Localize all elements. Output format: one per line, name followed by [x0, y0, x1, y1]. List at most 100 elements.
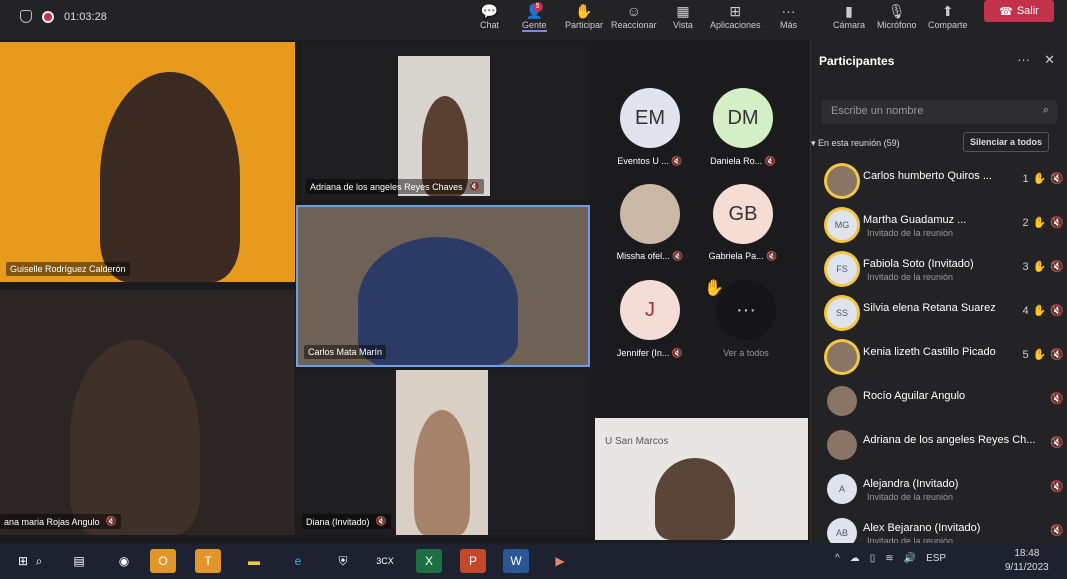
- taskbar: ⊞ ⌕ ▤ ◉ O T ▬ e ⛨ 3CX X P W ▶ ^ ☁ ▯ ≋ 🔊 ESP 1…: [0, 543, 1067, 579]
- participant-name: Alejandra (Invitado): [863, 478, 959, 490]
- excel-icon[interactable]: X: [416, 549, 442, 573]
- search-icon[interactable]: ⌕: [26, 549, 52, 573]
- hand-order: 1: [1022, 172, 1029, 185]
- participant-video: [70, 340, 200, 535]
- file-explorer-icon[interactable]: ▬: [241, 549, 267, 573]
- chat-button[interactable]: 💬 Chat: [480, 2, 499, 30]
- language-indicator[interactable]: ESP: [926, 553, 946, 564]
- avatar[interactable]: GB: [713, 184, 773, 244]
- participant-row[interactable]: SS Silvia elena Retana Suarez 4 ✋ 🔇: [823, 294, 1067, 334]
- recording-icon: [42, 10, 54, 23]
- powerpoint-icon[interactable]: P: [460, 549, 486, 573]
- avatar: A: [827, 474, 857, 504]
- participant-role: Invitado de la reunión: [867, 228, 954, 238]
- participant-video: [398, 56, 490, 196]
- video-tile[interactable]: Guiselle Rodríguez Calderón: [0, 42, 295, 282]
- avatar-name: Daniela Ro... 🔇: [710, 156, 776, 166]
- participant-name: Silvia elena Retana Suarez: [863, 302, 996, 314]
- participant-row[interactable]: Kenia lizeth Castillo Picado 5 ✋ 🔇: [823, 338, 1067, 378]
- tile-name: ana maria Rojas Angulo 🔇: [0, 514, 121, 529]
- chevron-up-icon[interactable]: ^: [835, 553, 840, 564]
- hand-order: 4: [1022, 304, 1029, 317]
- participant-row[interactable]: FS Fabiola Soto (Invitado) Invitado de l…: [823, 250, 1067, 290]
- tile-name: Diana (Invitado) 🔇: [302, 514, 391, 529]
- react-button[interactable]: ☺ Reaccionar: [611, 2, 657, 30]
- teams-icon[interactable]: T: [195, 549, 221, 573]
- mic-off-icon: 🔇: [1050, 349, 1064, 361]
- participant-row[interactable]: MG Martha Guadamuz ... Invitado de la re…: [823, 206, 1067, 246]
- chrome-icon[interactable]: ◉: [111, 549, 137, 573]
- mic-off-icon: 🔇: [468, 181, 480, 191]
- mic-off-icon: 🔇: [1050, 481, 1064, 493]
- tile-name: Adriana de los angeles Reyes Chaves 🔇: [306, 179, 484, 194]
- video-tile[interactable]: Adriana de los angeles Reyes Chaves 🔇: [300, 42, 590, 200]
- media-player-icon[interactable]: ▶: [547, 549, 573, 573]
- avatar[interactable]: J: [620, 280, 680, 340]
- raise-hand-button[interactable]: ✋ Participar: [565, 2, 603, 30]
- participant-row[interactable]: A Alejandra (Invitado) Invitado de la re…: [823, 470, 1067, 510]
- outlook-icon[interactable]: O: [150, 549, 176, 573]
- volume-icon[interactable]: 🔊: [904, 553, 916, 564]
- avatar: SS: [827, 298, 857, 328]
- participant-name: Carlos humberto Quiros ...: [863, 170, 992, 182]
- participant-row[interactable]: Adriana de los angeles Reyes Ch... 🔇: [823, 426, 1067, 466]
- participant-video: [655, 458, 735, 540]
- participant-video: [100, 72, 240, 282]
- mic-off-icon: 🔇: [1050, 393, 1064, 405]
- raise-hand-icon: ✋: [575, 3, 593, 19]
- avatar: [827, 386, 857, 416]
- avatar: [827, 342, 857, 372]
- participant-name: Adriana de los angeles Reyes Ch...: [863, 434, 1036, 446]
- mic-off-icon: 🔇: [1050, 437, 1064, 449]
- avatar[interactable]: EM: [620, 88, 680, 148]
- edge-icon[interactable]: e: [285, 549, 311, 573]
- participant-name: Fabiola Soto (Invitado): [863, 258, 974, 270]
- meeting-timer: 01:03:28: [20, 10, 107, 23]
- video-tile[interactable]: Diana (Invitado) 🔇: [296, 370, 590, 535]
- mic-off-icon: 🔇: [1050, 173, 1064, 185]
- search-input[interactable]: Escribe un nombre ⌕: [821, 100, 1057, 124]
- video-tile-active-speaker[interactable]: Carlos Mata Marín: [296, 205, 590, 367]
- see-all-button[interactable]: ···: [716, 280, 776, 340]
- more-button[interactable]: ··· Más: [780, 2, 797, 30]
- raise-hand-icon: ✋: [1032, 349, 1047, 361]
- share-button[interactable]: ⬆ Comparte: [928, 2, 968, 30]
- usb-icon[interactable]: ▯: [870, 553, 876, 564]
- participant-row[interactable]: Carlos humberto Quiros ... 1 ✋ 🔇: [823, 162, 1067, 202]
- network-icon[interactable]: ≋: [885, 553, 893, 564]
- security-icon[interactable]: ⛨: [330, 549, 356, 573]
- avatar-photo[interactable]: [620, 184, 680, 244]
- avatar-name: Gabriela Pa... 🔇: [708, 251, 778, 261]
- video-tile[interactable]: ana maria Rojas Angulo 🔇: [0, 290, 295, 535]
- participant-row[interactable]: Rocío Aguilar Angulo 🔇: [823, 382, 1067, 422]
- shared-video-tile[interactable]: U San Marcos: [595, 418, 808, 540]
- raise-hand-icon: ✋: [1032, 305, 1047, 317]
- participant-name: Alex Bejarano (Invitado): [863, 522, 981, 534]
- apps-button[interactable]: ⊞ Aplicaciones: [710, 2, 761, 30]
- avatar[interactable]: DM: [713, 88, 773, 148]
- view-button[interactable]: ▦ Vista: [673, 2, 693, 30]
- camera-button[interactable]: ▮ Cámara: [833, 2, 865, 30]
- raise-hand-icon: ✋: [1032, 261, 1047, 273]
- mic-off-icon: 🔇: [105, 516, 117, 526]
- hand-order: 2: [1022, 216, 1029, 229]
- close-icon[interactable]: ✕: [1044, 52, 1055, 68]
- more-options-icon[interactable]: ···: [1017, 52, 1030, 68]
- see-all-label[interactable]: Ver a todos: [701, 348, 791, 358]
- hand-order: 5: [1022, 348, 1029, 361]
- view-icon: ▦: [676, 3, 690, 19]
- share-icon: ⬆: [941, 3, 954, 19]
- people-button[interactable]: 👤5Gente: [522, 2, 547, 32]
- section-header[interactable]: ▾ En esta reunión (59): [811, 138, 900, 149]
- task-view-icon[interactable]: ▤: [66, 549, 92, 573]
- word-icon[interactable]: W: [503, 549, 529, 573]
- logo-text: U San Marcos: [605, 436, 669, 447]
- microphone-button[interactable]: 🎙 Micrófono: [877, 2, 917, 30]
- mute-all-button[interactable]: Silenciar a todos: [963, 132, 1050, 152]
- onedrive-icon[interactable]: ☁: [850, 553, 860, 564]
- 3cx-icon[interactable]: 3CX: [372, 549, 398, 573]
- leave-button[interactable]: ☎ Salir: [984, 0, 1054, 22]
- clock[interactable]: 18:48 9/11/2023: [1005, 547, 1049, 575]
- mic-off-icon: 🔇: [1050, 305, 1064, 317]
- search-icon: ⌕: [1042, 104, 1049, 116]
